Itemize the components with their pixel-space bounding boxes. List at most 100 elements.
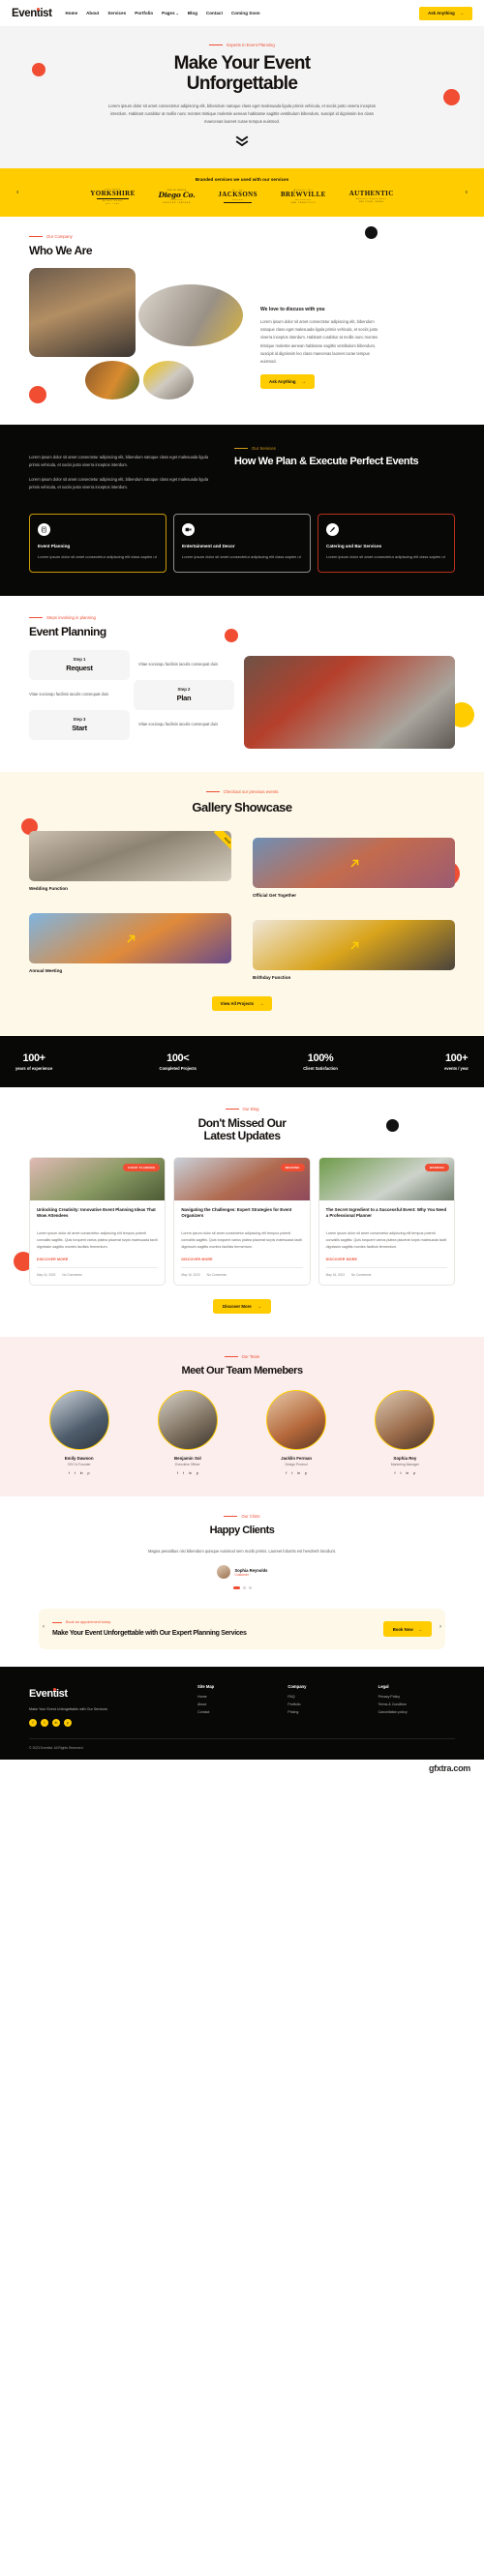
- gallery-item[interactable]: Annual Meeting: [29, 912, 231, 980]
- service-card-event-planning[interactable]: Event Planning Lorem ipsum dolor sit ame…: [29, 513, 166, 573]
- linkedin-icon[interactable]: in: [297, 1471, 300, 1475]
- discover-more-link[interactable]: DISCOVER MORE: [181, 1258, 302, 1261]
- facebook-icon[interactable]: f: [177, 1471, 178, 1475]
- hero-title-line2: Unforgettable: [186, 73, 298, 94]
- pinterest-icon[interactable]: p: [88, 1471, 90, 1475]
- eyebrow-line-icon: [29, 236, 43, 238]
- brands-next-button[interactable]: ›: [466, 190, 468, 196]
- nav-item-contact[interactable]: Contact: [206, 11, 223, 15]
- facebook-icon[interactable]: f: [286, 1471, 287, 1475]
- nav-item-home[interactable]: Home: [66, 11, 78, 15]
- cta-title: Make Your Event Unforgettable with Our E…: [52, 1630, 247, 1638]
- blog-card-title: Navigating the Challenges: Expert Strate…: [181, 1207, 292, 1219]
- pinterest-icon[interactable]: p: [64, 1719, 72, 1728]
- step-name: Start: [72, 723, 87, 732]
- book-now-button[interactable]: Book Now →: [382, 1621, 432, 1638]
- footer-link[interactable]: Home: [197, 1695, 274, 1699]
- twitter-icon[interactable]: t: [75, 1471, 76, 1475]
- footer-column-sitemap: Site Map Home About Contact: [197, 1684, 274, 1727]
- service-card-catering[interactable]: Catering and Bar Services Lorem ipsum do…: [318, 513, 455, 573]
- blog-card[interactable]: EVENT PLANNING Unlocking Creativity: Inn…: [29, 1157, 166, 1287]
- footer-link[interactable]: Terms & Condition: [378, 1703, 455, 1706]
- eyebrow-line-icon: [234, 448, 248, 450]
- footer-link[interactable]: About: [197, 1703, 274, 1706]
- brands-prev-button[interactable]: ‹: [16, 190, 18, 196]
- gallery-image: [29, 912, 231, 963]
- nav-item-portfolio[interactable]: Portfolio: [135, 11, 153, 15]
- gallery-item[interactable]: Brithday Function: [253, 913, 455, 980]
- twitter-icon[interactable]: t: [400, 1471, 401, 1475]
- scroll-down-icon[interactable]: [29, 135, 455, 147]
- footer-link[interactable]: Privacy Policy: [378, 1695, 455, 1699]
- avatar: [216, 1565, 230, 1580]
- nav-item-pages[interactable]: Pages ⌄: [162, 11, 179, 15]
- testimonial-quote: Magna penatibus nisi bibendum quisque eu…: [147, 1549, 337, 1554]
- footer-logo[interactable]: Eventist: [29, 1688, 68, 1700]
- step-text: Vitae sociosqu facilisis iaculis consequ…: [138, 661, 219, 666]
- team-member: Jacklin Ferman Design Product f t in p: [247, 1390, 347, 1475]
- blog-card[interactable]: WEDDING The Secret Ingredient to a Succe…: [318, 1157, 455, 1287]
- discover-more-link[interactable]: DISCOVER MORE: [326, 1258, 447, 1261]
- footer-link[interactable]: Cancellation policy: [378, 1710, 455, 1714]
- pinterest-icon[interactable]: p: [413, 1471, 415, 1475]
- stat-item: 100< Completed Projects: [159, 1052, 196, 1071]
- carousel-dots[interactable]: [29, 1586, 455, 1590]
- carousel-dot-active[interactable]: [232, 1586, 240, 1590]
- twitter-icon[interactable]: t: [41, 1719, 48, 1728]
- ask-anything-button[interactable]: Ask Anything →: [419, 6, 472, 20]
- logo-dot-icon: [37, 7, 41, 11]
- testimonial-next-button[interactable]: ›: [439, 1624, 441, 1630]
- discover-more-button[interactable]: Discover More →: [213, 1299, 271, 1315]
- pinterest-icon[interactable]: p: [197, 1471, 198, 1475]
- nav-item-blog[interactable]: Blog: [188, 11, 197, 15]
- nav-item-services[interactable]: Services: [107, 11, 126, 15]
- clients-section: ‹ › Our Clints Happy Clients Magna penat…: [0, 1496, 484, 1630]
- team-title: Meet Our Team Memebers: [181, 1365, 303, 1377]
- facebook-icon[interactable]: f: [69, 1471, 70, 1475]
- linkedin-icon[interactable]: in: [80, 1471, 83, 1475]
- gallery-item[interactable]: Official Get Together: [253, 831, 455, 898]
- gallery-image: [253, 919, 455, 970]
- who-image-1: [29, 268, 136, 358]
- arrow-right-icon: →: [259, 1000, 264, 1006]
- blog-title: Don't Missed Our Latest Updates: [29, 1116, 455, 1144]
- twitter-icon[interactable]: t: [291, 1471, 292, 1475]
- footer-copyright: © 2023 Eventist. All Rights Reserved.: [29, 1738, 455, 1750]
- nav-item-about[interactable]: About: [86, 11, 99, 15]
- linkedin-icon[interactable]: in: [406, 1471, 408, 1475]
- linkedin-icon[interactable]: in: [189, 1471, 192, 1475]
- facebook-icon[interactable]: f: [394, 1471, 395, 1475]
- view-all-label: View All Projects: [220, 1000, 255, 1006]
- blog-card[interactable]: WEDDING Navigating the Challenges: Exper…: [173, 1157, 311, 1287]
- twitter-icon[interactable]: t: [183, 1471, 184, 1475]
- stat-label: events / year: [444, 1065, 469, 1071]
- who-subtitle: We love to discuss with you: [260, 307, 325, 313]
- step-name: Plan: [176, 693, 192, 702]
- footer-link[interactable]: Contact: [197, 1710, 274, 1714]
- nav-item-coming-soon[interactable]: Coming Soon: [231, 11, 260, 15]
- carousel-dot[interactable]: [242, 1586, 246, 1590]
- testimonial-prev-button[interactable]: ‹: [43, 1624, 45, 1630]
- footer-link[interactable]: Portfolio: [287, 1703, 364, 1706]
- eyebrow-line-icon: [29, 616, 43, 618]
- who-image-2: [138, 284, 243, 347]
- facebook-icon[interactable]: f: [29, 1719, 37, 1728]
- linkedin-icon[interactable]: in: [52, 1719, 60, 1728]
- gallery-caption: Wedding Function: [29, 885, 68, 891]
- view-all-projects-button[interactable]: View All Projects →: [211, 995, 273, 1011]
- who-ask-anything-button[interactable]: Ask Anything →: [260, 374, 315, 390]
- pinterest-icon[interactable]: p: [305, 1471, 307, 1475]
- service-card-entertainment[interactable]: Entertainment and Decor Lorem ipsum dolo…: [173, 513, 311, 573]
- step-number: Step 1: [73, 656, 86, 662]
- gallery-item[interactable]: NEW Wedding Function: [29, 830, 231, 898]
- logo[interactable]: Eventist: [12, 7, 52, 19]
- planning-step-2: Step 2 Plan Vitae sociosqu facilisis iac…: [29, 679, 234, 710]
- discover-more-link[interactable]: DISCOVER MORE: [37, 1258, 158, 1261]
- carousel-dot[interactable]: [248, 1586, 252, 1590]
- footer-column-company: Company FAQ Portfolio Pricing: [287, 1684, 364, 1727]
- footer-link[interactable]: FAQ: [287, 1695, 364, 1699]
- brand-logo-row: NORTHERN YORKSHIRE Animal Goods EST 1983…: [0, 189, 484, 205]
- new-badge: NEW: [213, 830, 231, 854]
- footer-link[interactable]: Pricing: [287, 1710, 364, 1714]
- contact-book-icon: [38, 522, 50, 536]
